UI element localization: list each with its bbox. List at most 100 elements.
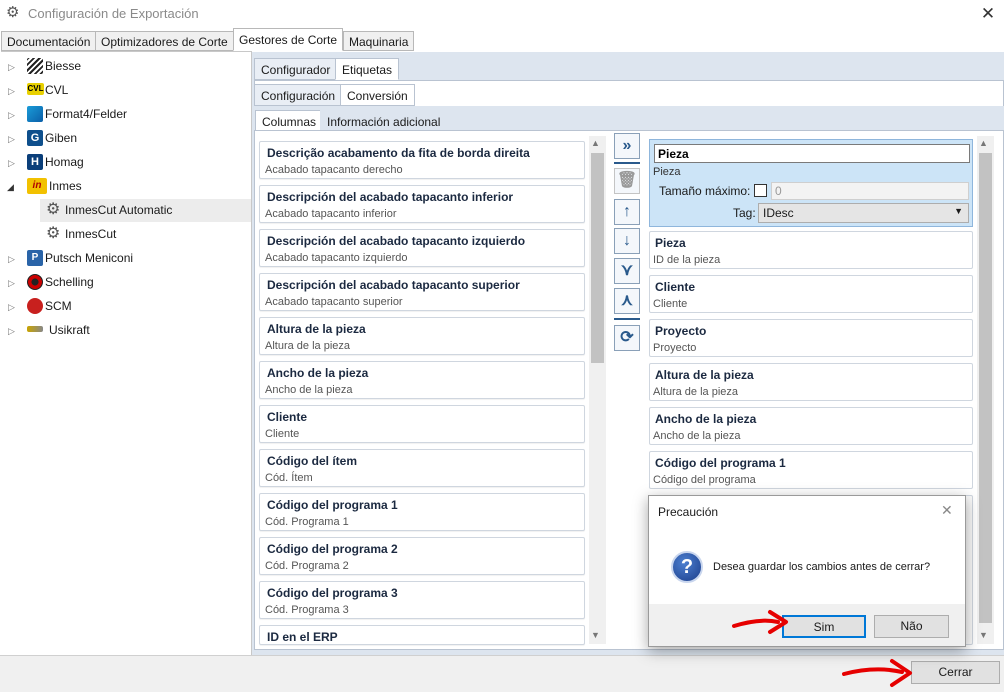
expand-icon[interactable]: ▷ [8,134,16,144]
schelling-logo-icon [27,274,43,290]
column-subtitle: Acabado tapacanto derecho [265,164,403,176]
list-item[interactable]: Pieza ID de la pieza [649,231,973,269]
tree-item-biesse[interactable]: Biesse [45,55,81,77]
scroll-down-icon[interactable]: ▼ [979,630,988,640]
scroll-up-icon[interactable]: ▲ [979,138,988,148]
list-item[interactable]: Descrição acabamento da fita de borda di… [259,141,585,179]
tree-item-putsch-meniconi[interactable]: Putsch Meniconi [45,247,133,269]
gear-icon: ⚙ [46,201,61,218]
annotation-arrow-icon [842,659,912,687]
tree-item-usikraft[interactable]: Usikraft [49,319,90,341]
column-title: Proyecto [655,324,707,338]
tag-select[interactable]: IDesc ▼ [758,203,969,223]
tree-item-cvl[interactable]: CVL [45,79,68,101]
tab-gestores-de-corte[interactable]: Gestores de Corte [233,28,344,51]
column-name-input[interactable] [654,144,970,163]
collapse-icon[interactable]: ◢ [7,182,15,192]
expand-icon[interactable]: ▷ [8,278,16,288]
tab-informacion-adicional[interactable]: Información adicional [320,110,448,132]
list-item[interactable]: Altura de la pieza Altura de la pieza [259,317,585,355]
column-subtitle: Acabado tapacanto inferior [265,208,397,220]
tab-documentacion[interactable]: Documentación [1,31,97,51]
move-down-icon[interactable]: ↓ [614,228,640,254]
usikraft-logo-icon [27,326,43,332]
expand-icon[interactable]: ▷ [8,302,16,312]
expand-icon[interactable]: ▷ [8,86,16,96]
list-item[interactable]: Descripción del acabado tapacanto izquie… [259,229,585,267]
tree-item-giben[interactable]: Giben [45,127,77,149]
tab-optimizadores[interactable]: Optimizadores de Corte [95,31,234,51]
nao-button[interactable]: Não [874,615,949,638]
column-subtitle: Pieza [653,166,681,178]
expand-icon[interactable]: ▷ [8,254,16,264]
column-subtitle: Altura de la pieza [265,340,350,352]
merge-icon[interactable]: ⋎ [614,258,640,284]
cerrar-button[interactable]: Cerrar [911,661,1000,684]
window-title: Configuración de Exportación [28,6,199,21]
close-window-button[interactable]: ✕ [976,3,1000,25]
list-item[interactable]: Código del programa 3 Cód. Programa 3 [259,581,585,619]
column-title: Descrição acabamento da fita de borda di… [267,146,530,160]
column-title: ID en el ERP [267,630,338,644]
column-title: Ancho de la pieza [655,412,757,426]
column-subtitle: ID de la pieza [653,254,721,266]
column-subtitle: Ancho de la pieza [265,384,353,396]
column-title: Cliente [655,280,696,294]
tab-conversion[interactable]: Conversión [340,84,415,106]
dialog-close-button[interactable]: ✕ [941,502,953,519]
dialog-message: Desea guardar los cambios antes de cerra… [713,561,931,573]
tab-columnas[interactable]: Columnas [255,110,324,132]
column-subtitle: Proyecto [653,342,697,354]
list-item[interactable]: Código del programa 1 Cód. Programa 1 [259,493,585,531]
scrollbar-thumb[interactable] [591,153,604,363]
move-all-right-icon[interactable]: » [614,133,640,159]
column-title: Código del programa 1 [267,498,398,512]
expand-icon[interactable]: ▷ [8,158,16,168]
column-title: Código del programa 1 [655,456,786,470]
expand-icon[interactable]: ▷ [8,110,16,120]
sim-button[interactable]: Sim [782,615,866,638]
tag-select-value: IDesc [763,206,794,220]
list-item[interactable]: ID en el ERP [259,625,585,645]
list-item[interactable]: Descripción del acabado tapacanto inferi… [259,185,585,223]
scroll-down-icon[interactable]: ▼ [591,630,600,640]
list-item[interactable]: Cliente Cliente [649,275,973,313]
list-item[interactable]: Código del ítem Cód. Ítem [259,449,585,487]
list-item[interactable]: Altura de la pieza Altura de la pieza [649,363,973,401]
max-size-label: Tamaño máximo: [659,184,751,198]
list-item[interactable]: Ancho de la pieza Ancho de la pieza [649,407,973,445]
column-subtitle: Ancho de la pieza [653,430,741,442]
scroll-up-icon[interactable]: ▲ [591,138,600,148]
tab-configurador[interactable]: Configurador [254,58,338,80]
split-icon[interactable]: ⋏ [614,288,640,314]
max-size-checkbox[interactable] [754,184,767,197]
tree-item-homag[interactable]: Homag [45,151,84,173]
list-item[interactable]: Código del programa 1 Código del programa [649,451,973,489]
tab-etiquetas[interactable]: Etiquetas [335,58,400,80]
tree-item-inmescut[interactable]: InmesCut [65,223,116,245]
tree-item-scm[interactable]: SCM [45,295,72,317]
tree-item-inmes[interactable]: Inmes [49,175,82,197]
expand-icon[interactable]: ▷ [8,326,16,336]
expand-icon[interactable]: ▷ [8,62,16,72]
list-item[interactable]: Ancho de la pieza Ancho de la pieza [259,361,585,399]
column-title: Altura de la pieza [267,322,366,336]
scrollbar-thumb[interactable] [979,153,992,623]
delete-icon[interactable]: 🗑 [614,168,640,194]
tree-item-schelling[interactable]: Schelling [45,271,94,293]
list-item[interactable]: Código del programa 2 Cód. Programa 2 [259,537,585,575]
max-size-input[interactable]: 0 [771,182,969,200]
tab-maquinaria[interactable]: Maquinaria [343,31,415,51]
list-item[interactable]: Cliente Cliente [259,405,585,443]
tree-item-inmescut-automatic[interactable]: InmesCut Automatic [65,199,172,221]
list-item[interactable]: Descripción del acabado tapacanto superi… [259,273,585,311]
annotation-arrow-icon [732,610,788,634]
tree-item-format4-felder[interactable]: Format4/Felder [45,103,127,125]
column-title: Descripción del acabado tapacanto superi… [267,278,520,292]
column-subtitle: Cód. Ítem [265,472,313,484]
move-up-icon[interactable]: ↑ [614,199,640,225]
list-item[interactable]: Proyecto Proyecto [649,319,973,357]
refresh-icon[interactable]: ⟳ [614,325,640,351]
column-subtitle: Código del programa [653,474,756,486]
tab-configuracion[interactable]: Configuración [254,84,343,106]
